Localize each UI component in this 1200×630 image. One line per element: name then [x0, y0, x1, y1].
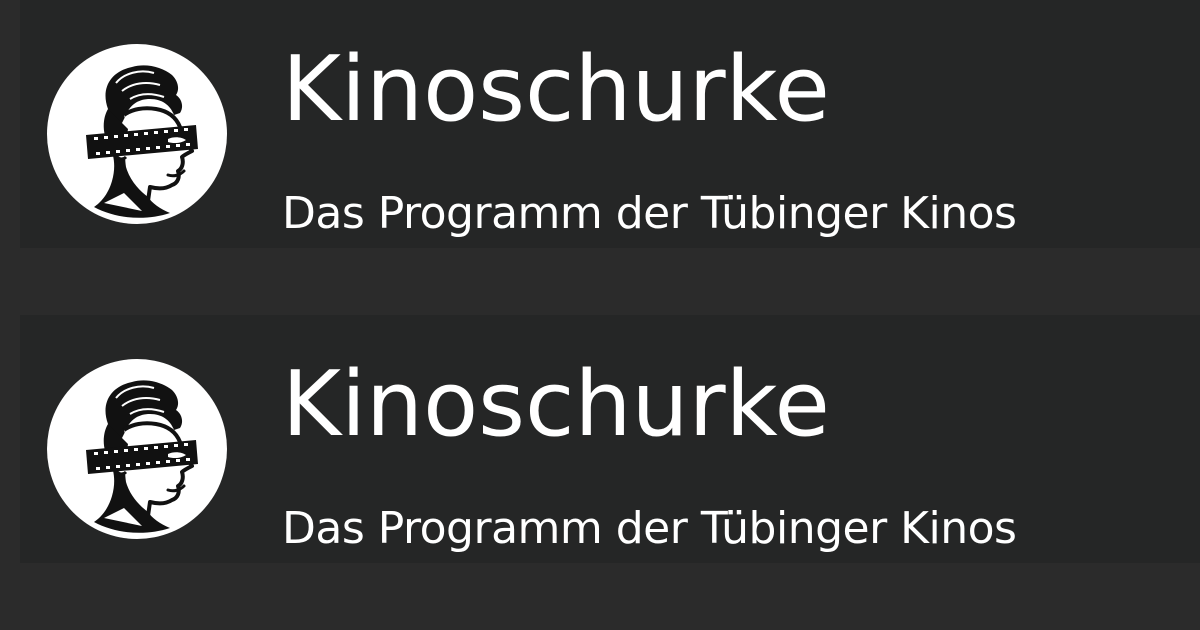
site-title[interactable]: Kinoschurke: [282, 353, 830, 457]
header-banner: Kinoschurke Das Programm der Tübinger Ki…: [0, 0, 1200, 315]
site-tagline: Das Programm der Tübinger Kinos: [282, 188, 1017, 239]
masked-villain-portrait-icon: [47, 44, 227, 224]
kinoschurke-logo-icon[interactable]: [46, 358, 228, 540]
masked-villain-portrait-icon: [47, 359, 227, 539]
site-title[interactable]: Kinoschurke: [282, 38, 830, 142]
header-banner: Kinoschurke Das Programm der Tübinger Ki…: [0, 315, 1200, 630]
kinoschurke-logo-icon[interactable]: [46, 43, 228, 225]
site-tagline: Das Programm der Tübinger Kinos: [282, 503, 1017, 554]
